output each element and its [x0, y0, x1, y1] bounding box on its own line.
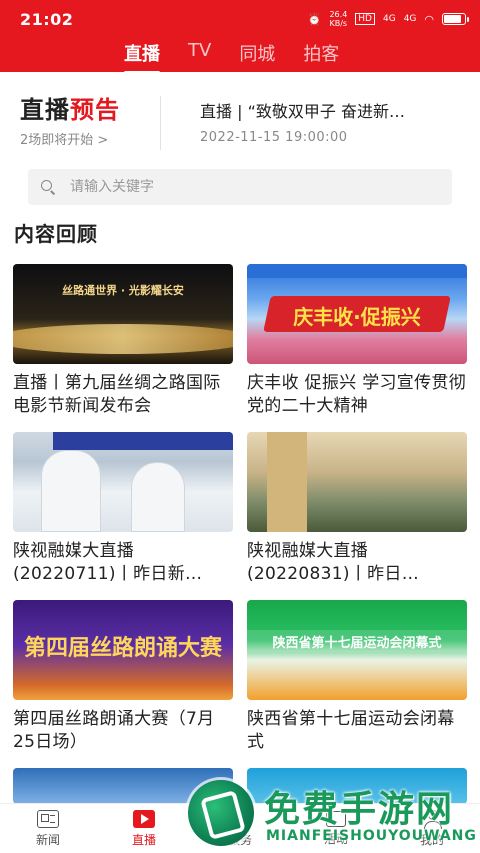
- battery-icon: [442, 13, 469, 25]
- search-input[interactable]: [70, 179, 430, 195]
- signal-icon-1: 4G: [382, 14, 396, 24]
- card-title: 陕视融媒大直播(20220711)丨昨日新…: [13, 541, 203, 584]
- preview-title-highlight: 预告: [70, 96, 120, 124]
- content-card[interactable]: 陕视融媒大直播(20220711)丨昨日新…: [13, 432, 233, 586]
- thumb-caption: 陕西省第十七届运动会闭幕式: [272, 636, 442, 651]
- thumb-decoration: [13, 324, 233, 354]
- card-thumbnail: [13, 432, 233, 532]
- network-speed: 26.4 KB/s: [329, 10, 348, 28]
- card-thumbnail: 丝路通世界 · 光影耀长安: [13, 264, 233, 364]
- hd-badge: HD: [355, 13, 375, 25]
- nav-label: 新闻: [35, 832, 60, 847]
- thumb-decoration: [267, 432, 307, 532]
- watermark-text: 免费手游网: [264, 789, 455, 830]
- status-time: 21:02: [20, 9, 74, 29]
- watermark: 免费手游网 MIANFEISHOUYOUWANG: [180, 776, 480, 853]
- thumb-decoration: [41, 450, 101, 532]
- search-bar[interactable]: [28, 169, 452, 205]
- content-card[interactable]: 第四届丝路朗诵大赛 第四届丝路朗诵大赛（7月25日场）: [13, 600, 233, 754]
- status-icons: ⏰ 26.4 KB/s HD 4G 4G ◠: [307, 10, 469, 28]
- thumb-decoration: [53, 432, 233, 450]
- nav-label: 直播: [131, 832, 156, 847]
- thumb-caption: 第四届丝路朗诵大赛: [23, 636, 222, 661]
- top-tabs: 直播 TV 同城 拍客: [0, 38, 480, 74]
- alarm-icon: ⏰: [307, 12, 322, 26]
- thumb-decoration: [247, 264, 467, 278]
- content-card[interactable]: 陕西省第十七届运动会闭幕式 陕西省第十七届运动会闭幕式: [247, 600, 467, 754]
- app-header: 21:02 ⏰ 26.4 KB/s HD 4G 4G ◠ 直播 TV 同城 拍客: [0, 0, 480, 74]
- content-card[interactable]: 庆丰收·促振兴 庆丰收 促振兴 学习宣传贯彻党的二十大精神: [247, 264, 467, 418]
- tab-local[interactable]: 同城: [239, 38, 275, 66]
- preview-divider: [160, 96, 161, 150]
- preview-count: 2场即将开始 >: [20, 133, 109, 148]
- tab-reporter[interactable]: 拍客: [303, 38, 339, 66]
- card-title: 陕视融媒大直播(20220831)丨昨日…: [247, 541, 419, 584]
- card-title: 庆丰收 促振兴 学习宣传贯彻党的二十大精神: [247, 373, 467, 416]
- signal-icon-2: 4G: [403, 14, 417, 24]
- card-thumbnail: 陕西省第十七届运动会闭幕式: [247, 600, 467, 700]
- status-bar: 21:02 ⏰ 26.4 KB/s HD 4G 4G ◠: [0, 0, 480, 38]
- preview-title-main: 直播: [20, 96, 70, 124]
- search-icon: [40, 179, 56, 195]
- preview-summary[interactable]: 直播预告 2场即将开始 >: [20, 90, 160, 148]
- tab-tv[interactable]: TV: [188, 38, 211, 61]
- preview-item-title: 直播 | “致敬双甲子 奋进新…: [200, 102, 405, 121]
- section-title: 内容回顾: [14, 222, 98, 246]
- watermark-logo-icon: [188, 780, 254, 846]
- live-preview: 直播预告 2场即将开始 > 直播 | “致敬双甲子 奋进新… 2022-11-1…: [0, 90, 480, 156]
- preview-item-date: 2022-11-15 19:00:00: [200, 130, 348, 145]
- card-title: 陕西省第十七届运动会闭幕式: [247, 709, 455, 752]
- card-title: 第四届丝路朗诵大赛（7月25日场）: [13, 709, 215, 752]
- nav-item-live[interactable]: 直播: [96, 804, 192, 853]
- tab-live[interactable]: 直播: [124, 38, 160, 74]
- card-title: 直播丨第九届丝绸之路国际电影节新闻发布会: [13, 373, 221, 416]
- preview-title: 直播预告: [20, 90, 160, 125]
- card-thumbnail: 第四届丝路朗诵大赛: [13, 600, 233, 700]
- content-card[interactable]: 丝路通世界 · 光影耀长安 直播丨第九届丝绸之路国际电影节新闻发布会: [13, 264, 233, 418]
- watermark-subtext: MIANFEISHOUYOUWANG: [266, 828, 477, 844]
- nav-item-news[interactable]: 新闻: [0, 804, 96, 853]
- preview-item[interactable]: 直播 | “致敬双甲子 奋进新… 2022-11-15 19:00:00: [200, 98, 465, 145]
- wifi-icon: ◠: [424, 12, 434, 26]
- card-thumbnail: [247, 432, 467, 532]
- content-card[interactable]: 陕视融媒大直播(20220831)丨昨日…: [247, 432, 467, 586]
- thumb-caption: 庆丰收·促振兴: [293, 305, 421, 329]
- card-thumbnail: 庆丰收·促振兴: [247, 264, 467, 364]
- news-icon: [37, 809, 59, 828]
- thumb-decoration: [131, 462, 185, 532]
- thumb-caption: 丝路通世界 · 光影耀长安: [62, 284, 184, 297]
- live-icon: [133, 809, 155, 828]
